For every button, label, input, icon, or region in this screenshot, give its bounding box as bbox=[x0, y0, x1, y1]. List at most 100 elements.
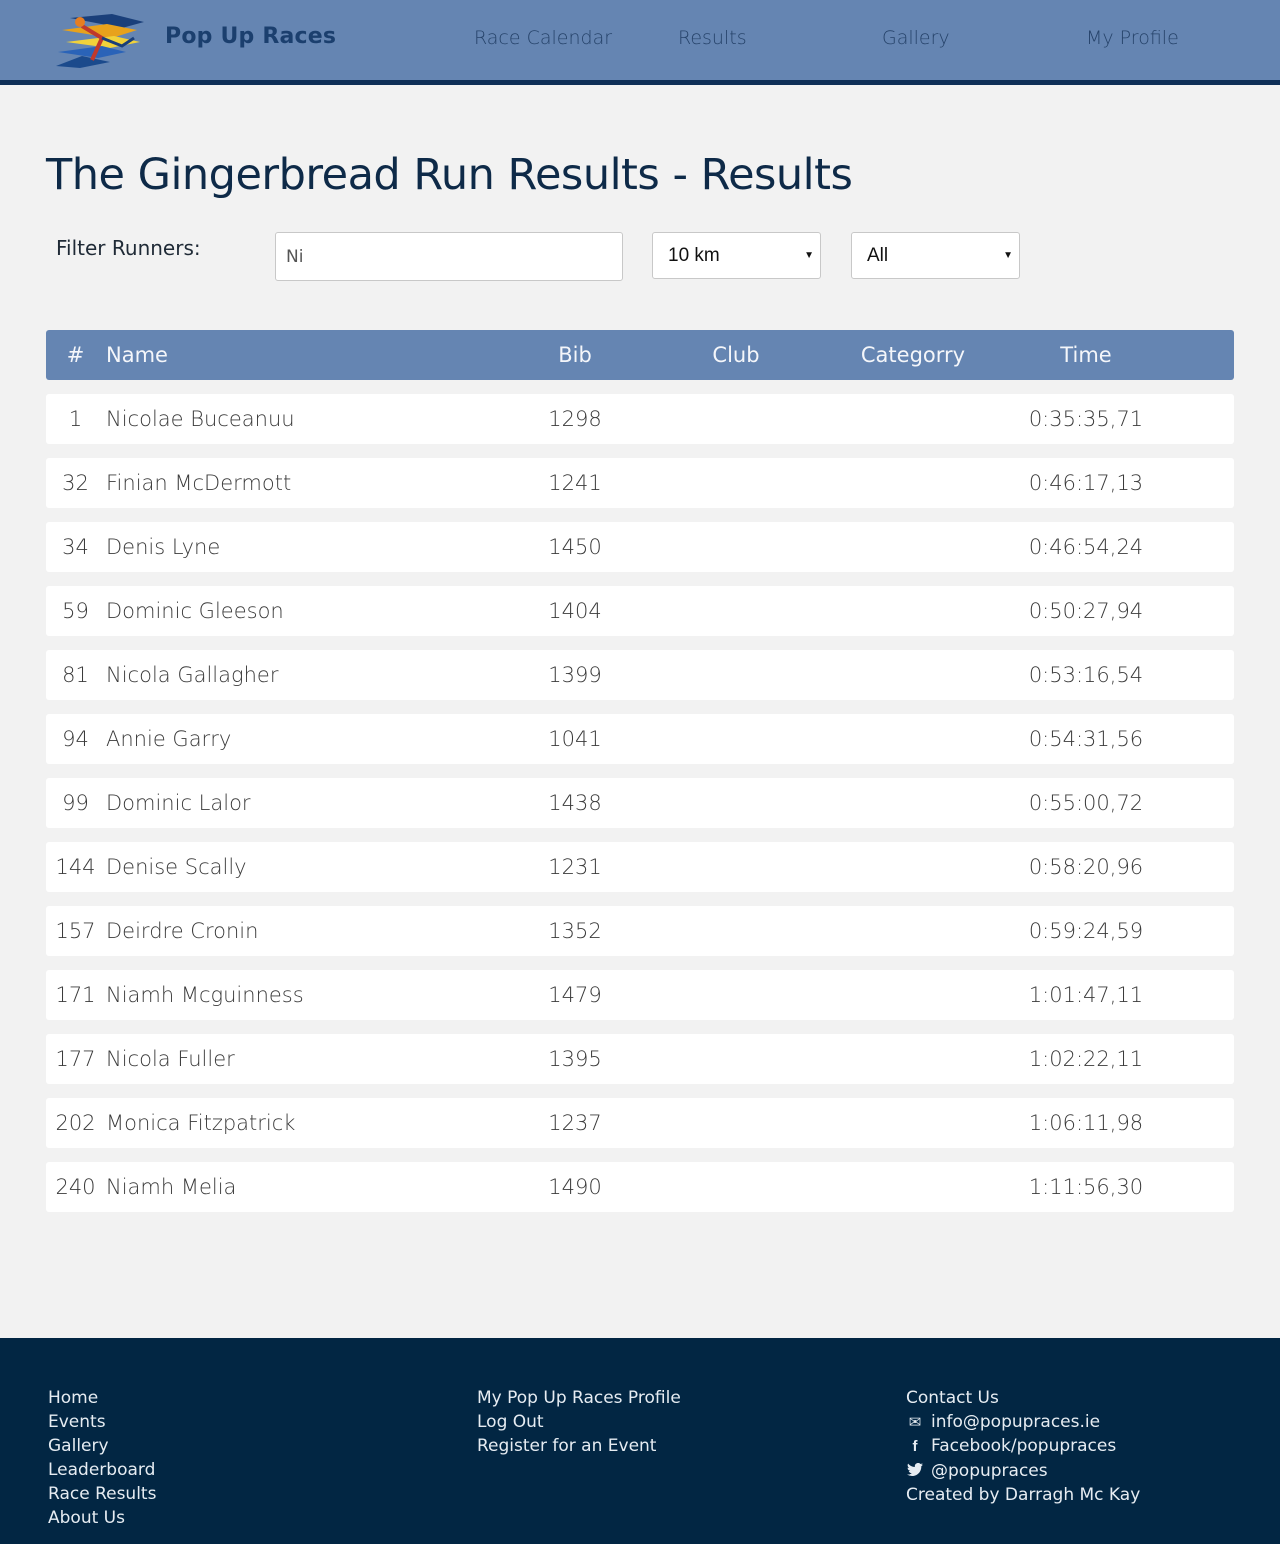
row-bib: 1399 bbox=[548, 663, 602, 687]
row-time: 1:11:56,30 bbox=[1028, 1175, 1144, 1199]
footer-credit: Created by Darragh Mc Kay bbox=[906, 1485, 1141, 1505]
table-row: 81 Nicola Gallagher 1399 0:53:16,54 bbox=[46, 650, 1234, 700]
nav-results[interactable]: Results bbox=[678, 27, 747, 49]
row-time: 0:50:27,94 bbox=[1028, 599, 1144, 623]
results-table-header: # Name Bib Club Categorry Time bbox=[46, 330, 1234, 380]
row-time: 0:54:31,56 bbox=[1028, 727, 1144, 751]
row-rank: 34 bbox=[62, 535, 89, 559]
footer-twitter-link[interactable]: @popupraces bbox=[906, 1459, 1140, 1483]
row-time: 0:46:54,24 bbox=[1028, 535, 1144, 559]
footer-email-link[interactable]: ✉ info@popupraces.ie bbox=[906, 1410, 1140, 1434]
row-bib: 1352 bbox=[548, 919, 602, 943]
header-category: Categorry bbox=[860, 343, 966, 367]
table-row: 202 Monica Fitzpatrick 1237 1:06:11,98 bbox=[46, 1098, 1234, 1148]
table-row: 32 Finian McDermott 1241 0:46:17,13 bbox=[46, 458, 1234, 508]
navbar: Pop Up Races Race Calendar Results Galle… bbox=[0, 0, 1280, 85]
runner-logo-graphic bbox=[56, 14, 144, 68]
header-rank: # bbox=[66, 343, 85, 367]
row-name: Nicola Fuller bbox=[106, 1047, 235, 1071]
footer-link-log-out[interactable]: Log Out bbox=[477, 1410, 681, 1434]
category-select[interactable]: All ▼ bbox=[851, 232, 1020, 279]
footer-facebook: Facebook/popupraces bbox=[931, 1436, 1117, 1456]
row-name: Annie Garry bbox=[106, 727, 232, 751]
row-name: Niamh Mcguinness bbox=[106, 983, 304, 1007]
row-time: 0:53:16,54 bbox=[1028, 663, 1144, 687]
row-rank: 32 bbox=[62, 471, 89, 495]
row-rank: 157 bbox=[55, 919, 96, 943]
row-rank: 99 bbox=[62, 791, 89, 815]
row-name: Denise Scally bbox=[106, 855, 247, 879]
row-time: 0:46:17,13 bbox=[1028, 471, 1144, 495]
table-row: 240 Niamh Melia 1490 1:11:56,30 bbox=[46, 1162, 1234, 1212]
footer-contact-title: Contact Us bbox=[906, 1388, 999, 1408]
table-row: 1 Nicolae Buceanuu 1298 0:35:35,71 bbox=[46, 394, 1234, 444]
footer: Home Events Gallery Leaderboard Race Res… bbox=[0, 1338, 1280, 1544]
runner-logo[interactable] bbox=[52, 8, 152, 72]
footer-link-home[interactable]: Home bbox=[48, 1386, 156, 1410]
twitter-bird bbox=[907, 1462, 923, 1476]
distance-select-value: 10 km bbox=[668, 245, 720, 266]
footer-contact: Contact Us ✉ info@popupraces.ie f Facebook… bbox=[906, 1386, 1140, 1507]
row-rank: 240 bbox=[55, 1175, 96, 1199]
row-time: 1:01:47,11 bbox=[1028, 983, 1144, 1007]
row-rank: 1 bbox=[68, 407, 83, 431]
nav-my-profile[interactable]: My Profile bbox=[1086, 27, 1179, 49]
table-row: 59 Dominic Gleeson 1404 0:50:27,94 bbox=[46, 586, 1234, 636]
footer-link-gallery[interactable]: Gallery bbox=[48, 1434, 156, 1458]
row-bib: 1041 bbox=[548, 727, 602, 751]
table-row: 94 Annie Garry 1041 0:54:31,56 bbox=[46, 714, 1234, 764]
footer-link-register[interactable]: Register for an Event bbox=[477, 1434, 681, 1458]
row-time: 0:58:20,96 bbox=[1028, 855, 1144, 879]
row-bib: 1479 bbox=[548, 983, 602, 1007]
row-rank: 59 bbox=[62, 599, 89, 623]
row-name: Nicolae Buceanuu bbox=[106, 407, 295, 431]
row-rank: 144 bbox=[55, 855, 96, 879]
row-bib: 1404 bbox=[548, 599, 602, 623]
row-bib: 1450 bbox=[548, 535, 602, 559]
filter-label: Filter Runners: bbox=[56, 236, 201, 260]
category-select-value: All bbox=[867, 245, 889, 266]
header-name: Name bbox=[106, 343, 168, 367]
dropdown-arrow-icon: ▼ bbox=[1003, 250, 1013, 261]
row-name: Nicola Gallagher bbox=[106, 663, 279, 687]
row-rank: 202 bbox=[55, 1111, 96, 1135]
row-name: Niamh Melia bbox=[106, 1175, 237, 1199]
table-row: 171 Niamh Mcguinness 1479 1:01:47,11 bbox=[46, 970, 1234, 1020]
row-rank: 94 bbox=[62, 727, 89, 751]
row-name: Dominic Gleeson bbox=[106, 599, 284, 623]
row-time: 0:55:00,72 bbox=[1028, 791, 1144, 815]
row-time: 1:06:11,98 bbox=[1028, 1111, 1144, 1135]
nav-gallery[interactable]: Gallery bbox=[882, 27, 950, 49]
footer-link-about-us[interactable]: About Us bbox=[48, 1506, 156, 1530]
row-rank: 177 bbox=[55, 1047, 96, 1071]
distance-select[interactable]: 10 km ▼ bbox=[652, 232, 821, 279]
table-row: 144 Denise Scally 1231 0:58:20,96 bbox=[46, 842, 1234, 892]
header-club: Club bbox=[712, 343, 760, 367]
row-name: Deirdre Cronin bbox=[106, 919, 259, 943]
footer-twitter: @popupraces bbox=[931, 1461, 1048, 1481]
row-bib: 1231 bbox=[548, 855, 602, 879]
footer-account-links: My Pop Up Races Profile Log Out Register… bbox=[477, 1386, 681, 1458]
row-bib: 1237 bbox=[548, 1111, 602, 1135]
row-bib: 1395 bbox=[548, 1047, 602, 1071]
footer-link-events[interactable]: Events bbox=[48, 1410, 156, 1434]
footer-link-race-results[interactable]: Race Results bbox=[48, 1482, 156, 1506]
footer-link-profile[interactable]: My Pop Up Races Profile bbox=[477, 1386, 681, 1410]
footer-facebook-link[interactable]: f Facebook/popupraces bbox=[906, 1434, 1140, 1459]
table-row: 177 Nicola Fuller 1395 1:02:22,11 bbox=[46, 1034, 1234, 1084]
dropdown-arrow-icon: ▼ bbox=[804, 250, 814, 261]
results-table-body: 1 Nicolae Buceanuu 1298 0:35:35,71 32 Fi… bbox=[46, 394, 1234, 1226]
row-name: Denis Lyne bbox=[106, 535, 221, 559]
page-title: The Gingerbread Run Results - Results bbox=[46, 150, 853, 200]
brand-name[interactable]: Pop Up Races bbox=[165, 24, 336, 49]
row-time: 0:35:35,71 bbox=[1028, 407, 1144, 431]
filter-runners-input[interactable] bbox=[275, 232, 623, 281]
table-row: 157 Deirdre Cronin 1352 0:59:24,59 bbox=[46, 906, 1234, 956]
footer-link-leaderboard[interactable]: Leaderboard bbox=[48, 1458, 156, 1482]
row-rank: 81 bbox=[62, 663, 89, 687]
row-bib: 1298 bbox=[548, 407, 602, 431]
nav-race-calendar[interactable]: Race Calendar bbox=[474, 27, 612, 49]
twitter-icon bbox=[906, 1459, 924, 1483]
table-row: 99 Dominic Lalor 1438 0:55:00,72 bbox=[46, 778, 1234, 828]
row-bib: 1241 bbox=[548, 471, 602, 495]
